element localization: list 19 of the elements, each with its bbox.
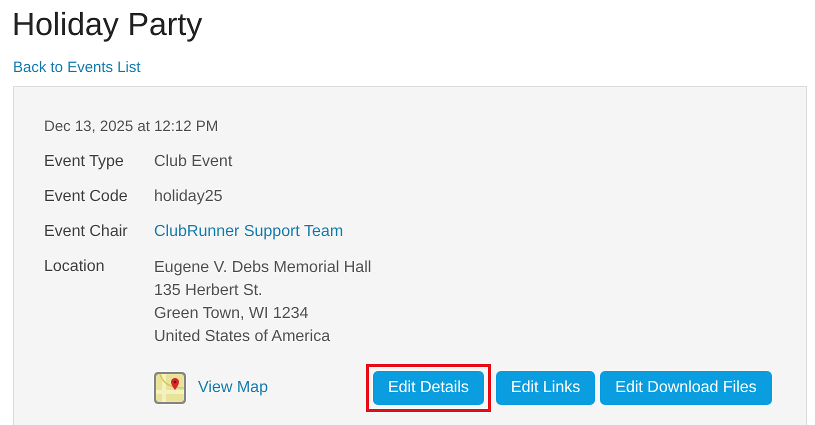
back-link[interactable]: Back to Events List (13, 59, 141, 76)
address-line: 135 Herbert St. (154, 281, 264, 301)
address-line: Eugene V. Debs Memorial Hall (154, 258, 372, 278)
page-title: Holiday Party (12, 5, 204, 44)
field-value: holiday25 (154, 187, 222, 207)
field-label: Event Code (44, 187, 129, 207)
field-label: Location (44, 257, 106, 277)
edit-button[interactable]: Edit Download Files (600, 371, 772, 405)
view-map-link[interactable]: View Map (198, 376, 268, 400)
map-icon (154, 372, 186, 404)
field-value: Club Event (154, 152, 232, 172)
edit-button[interactable]: Edit Details (372, 371, 484, 405)
field-label: Event Chair (44, 222, 129, 242)
event-date: Dec 13, 2025 at 12:12 PM (44, 117, 220, 137)
edit-button[interactable]: Edit Links (496, 371, 596, 405)
field-label: Event Type (44, 152, 125, 172)
address-line: Green Town, WI 1234 (154, 304, 310, 324)
address-line: United States of America (154, 327, 332, 347)
chair-link[interactable]: ClubRunner Support Team (154, 221, 344, 242)
